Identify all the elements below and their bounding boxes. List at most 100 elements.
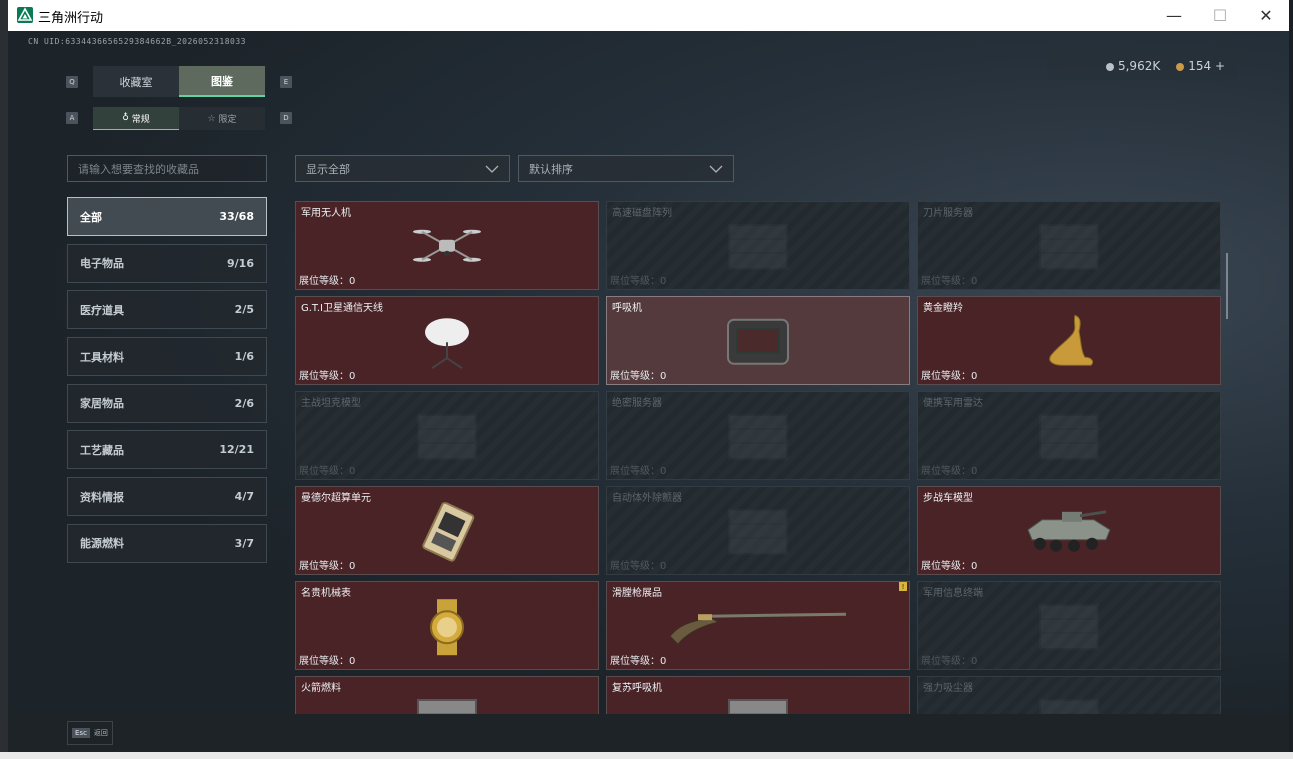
subtab-regular[interactable]: ♁ 常规 — [93, 107, 179, 130]
card-level-value: 0 — [660, 561, 667, 572]
card-level-label: 展位等级： — [299, 656, 349, 667]
collection-card[interactable]: 复苏呼吸机展位等级：0 — [606, 676, 910, 715]
category-label: 工艺藏品 — [80, 443, 124, 457]
silver-coin-icon — [1105, 62, 1114, 71]
game-area: CN UID:6334436656529384662B_202605231803… — [8, 31, 1289, 752]
collection-card[interactable]: 步战车模型 展位等级：0 — [917, 486, 1221, 575]
gold-currency[interactable]: 154 + — [1176, 59, 1225, 73]
category-label: 资料情报 — [80, 490, 124, 504]
main-tabs: 收藏室 图鉴 — [93, 66, 265, 97]
star-icon: ☆ — [207, 113, 216, 124]
collection-card[interactable]: 火箭燃料展位等级：0 — [295, 676, 599, 715]
category-count: 33/68 — [219, 210, 254, 223]
ventilator-icon — [726, 315, 790, 371]
taskbar-strip — [0, 752, 1293, 759]
collection-card[interactable]: 军用无人机 展位等级：0 — [295, 201, 599, 290]
card-name: 便携军用雷达 — [923, 398, 983, 409]
collection-card[interactable]: 曼德尔超算单元 展位等级：0 — [295, 486, 599, 575]
grid-scrollbar[interactable] — [1226, 253, 1228, 319]
collection-grid-viewport: 军用无人机 展位等级：0 高速磁盘阵列 展位等级：0 刀片服务器 展位等级：0 G.T.I卫… — [295, 201, 1221, 715]
key-hint-a: A — [66, 112, 78, 124]
blade-server-icon — [1034, 219, 1104, 279]
gold-coin-icon — [1176, 62, 1185, 71]
tab-collection-room[interactable]: 收藏室 — [93, 66, 179, 97]
collection-card[interactable]: 黄金瞪羚 展位等级：0 — [917, 296, 1221, 385]
collection-card[interactable]: 便携军用雷达 展位等级：0 — [917, 391, 1221, 480]
category-list: 全部 33/68 电子物品 9/16 医疗道具 2/5 工具材料 1/6 家居物品 2/6 工艺藏品… — [67, 197, 267, 571]
category-item[interactable]: 工具材料 1/6 — [67, 337, 267, 377]
category-item[interactable]: 电子物品 9/16 — [67, 243, 267, 283]
card-name: 自动体外除颤器 — [612, 493, 682, 504]
card-name: 绝密服务器 — [612, 398, 662, 409]
collection-card[interactable]: 主战坦克模型 展位等级：0 — [295, 391, 599, 480]
card-level: 展位等级：0 — [299, 652, 355, 667]
collection-card[interactable]: 滑膛枪展品 展位等级：0! — [606, 581, 910, 670]
card-level-value: 0 — [971, 371, 978, 382]
card-level-value: 0 — [349, 561, 356, 572]
card-level-label: 展位等级： — [610, 276, 660, 287]
collection-card[interactable]: 绝密服务器 展位等级：0 — [606, 391, 910, 480]
category-count: 1/6 — [234, 350, 254, 364]
card-level: 展位等级：0 — [610, 367, 666, 382]
esc-key-label: Esc — [72, 728, 90, 738]
gold-value: 154 + — [1188, 59, 1225, 73]
new-badge: ! — [899, 582, 907, 591]
collection-card[interactable]: 军用信息终端 展位等级：0 — [917, 581, 1221, 670]
card-level: 展位等级：0 — [610, 652, 666, 667]
sort-dropdown[interactable]: 默认排序 — [518, 155, 734, 182]
card-level: 展位等级：0 — [610, 272, 666, 287]
category-label: 家居物品 — [80, 397, 124, 411]
category-count: 12/21 — [219, 443, 254, 457]
minimize-button[interactable]: — — [1151, 0, 1197, 31]
card-level-value: 0 — [349, 466, 356, 477]
subtab-limited[interactable]: ☆ 限定 — [179, 107, 265, 130]
chevron-down-icon — [485, 165, 499, 173]
card-level-value: 0 — [971, 656, 978, 667]
card-level: 展位等级：0 — [299, 557, 355, 572]
search-input[interactable]: 请输入想要查找的收藏品 — [67, 155, 267, 182]
card-level-value: 0 — [971, 466, 978, 477]
category-count: 9/16 — [227, 256, 254, 270]
category-item[interactable]: 医疗道具 2/5 — [67, 290, 267, 330]
collection-card[interactable]: 强力吸尘器展位等级：0 — [917, 676, 1221, 715]
category-item[interactable]: 工艺藏品 12/21 — [67, 430, 267, 470]
card-level-label: 展位等级： — [610, 656, 660, 667]
musket-icon — [668, 606, 848, 650]
app-window: 三角洲行动 — ☐ ✕ CN UID:6334436656529384662B_… — [8, 0, 1289, 752]
category-item[interactable]: 能源燃料 3/7 — [67, 523, 267, 563]
card-name: 刀片服务器 — [923, 208, 973, 219]
card-level-label: 展位等级： — [921, 561, 971, 572]
card-name: 火箭燃料 — [301, 683, 341, 694]
collection-card[interactable]: G.T.I卫星通信天线 展位等级：0 — [295, 296, 599, 385]
card-level-label: 展位等级： — [299, 466, 349, 477]
collection-card[interactable]: 自动体外除颤器 展位等级：0 — [606, 486, 910, 575]
category-item[interactable]: 全部 33/68 — [67, 197, 267, 236]
card-level-label: 展位等级： — [299, 371, 349, 382]
card-level: 展位等级：0 — [921, 367, 977, 382]
collection-card[interactable]: 刀片服务器 展位等级：0 — [917, 201, 1221, 290]
card-level-label: 展位等级： — [921, 466, 971, 477]
category-item[interactable]: 家居物品 2/6 — [67, 383, 267, 423]
category-label: 电子物品 — [80, 257, 124, 271]
sort-value: 默认排序 — [529, 162, 573, 176]
collection-card[interactable]: 高速磁盘阵列展位等级：0 — [606, 201, 910, 290]
server-icon — [723, 409, 793, 469]
terminal-icon — [1034, 599, 1104, 659]
subtab-limited-label: 限定 — [218, 115, 237, 125]
card-level-label: 展位等级： — [299, 561, 349, 572]
card-name: 主战坦克模型 — [301, 398, 361, 409]
back-button[interactable]: Esc 返回 — [67, 721, 113, 745]
category-label: 全部 — [80, 210, 102, 224]
maximize-button[interactable]: ☐ — [1197, 0, 1243, 31]
filter-dropdown[interactable]: 显示全部 — [295, 155, 510, 182]
card-level-value: 0 — [971, 561, 978, 572]
card-name: 高速磁盘阵列 — [612, 208, 672, 219]
collection-card[interactable]: 呼吸机 展位等级：0 — [606, 296, 910, 385]
tab-catalog[interactable]: 图鉴 — [179, 66, 265, 97]
silver-currency[interactable]: 5,962K — [1105, 59, 1160, 73]
radar-icon — [1034, 409, 1104, 469]
close-button[interactable]: ✕ — [1243, 0, 1289, 31]
card-name: 强力吸尘器 — [923, 683, 973, 694]
category-item[interactable]: 资料情报 4/7 — [67, 477, 267, 517]
collection-card[interactable]: 名贵机械表 展位等级：0 — [295, 581, 599, 670]
